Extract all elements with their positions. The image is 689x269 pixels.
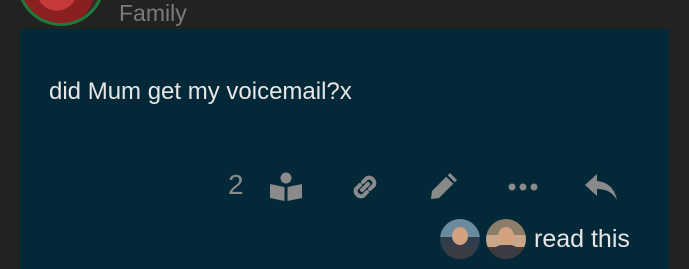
read-button[interactable] xyxy=(266,169,306,205)
more-button[interactable] xyxy=(503,174,543,200)
readers-label: read this xyxy=(534,225,630,253)
link-icon xyxy=(353,175,377,199)
ellipsis-icon xyxy=(508,183,538,191)
readers-row[interactable]: read this xyxy=(440,219,630,259)
edit-button[interactable] xyxy=(424,167,464,205)
post-card: did Mum get my voicemail?x 2 read this xyxy=(20,29,669,269)
reply-icon xyxy=(585,174,617,200)
read-count[interactable]: 2 xyxy=(228,169,244,201)
post-actions: 2 read this xyxy=(20,29,669,269)
copy-link-button[interactable] xyxy=(345,169,385,205)
reply-button[interactable] xyxy=(580,169,622,205)
pencil-icon xyxy=(431,173,457,199)
book-open-icon xyxy=(270,172,302,201)
group-avatar[interactable] xyxy=(17,0,105,26)
group-name[interactable]: Family xyxy=(119,0,187,27)
reader-avatar[interactable] xyxy=(486,219,526,259)
reader-avatar[interactable] xyxy=(440,219,480,259)
